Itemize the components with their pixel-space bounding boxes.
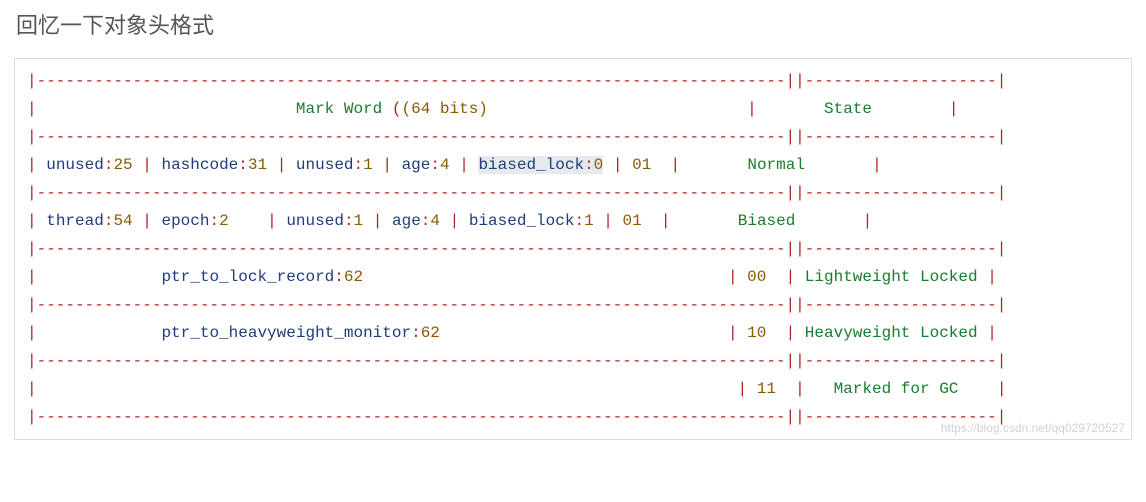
hr: |--------------------| [795, 408, 1006, 426]
hr: |---------------------------------------… [27, 240, 795, 258]
hr: |---------------------------------------… [27, 352, 795, 370]
hr: |--------------------| [795, 72, 1006, 90]
state-lightweight: Lightweight Locked [805, 268, 978, 286]
highlighted-field: biased_lock:0 [478, 156, 603, 174]
state-normal: Normal [747, 156, 805, 174]
hr: |---------------------------------------… [27, 72, 795, 90]
hr: |---------------------------------------… [27, 184, 795, 202]
hr: |--------------------| [795, 128, 1006, 146]
page-title: 回忆一下对象头格式 [16, 8, 1132, 40]
hr: |--------------------| [795, 184, 1006, 202]
hr: |---------------------------------------… [27, 408, 795, 426]
hr: |---------------------------------------… [27, 128, 795, 146]
hr: |--------------------| [795, 296, 1006, 314]
state-heavyweight: Heavyweight Locked [805, 324, 978, 342]
ascii-table: |---------------------------------------… [27, 67, 1119, 431]
header-mark-word: Mark Word [296, 100, 392, 118]
hr: |--------------------| [795, 352, 1006, 370]
state-gc: Marked for GC [834, 380, 959, 398]
header-state: State [824, 100, 872, 118]
state-biased: Biased [738, 212, 796, 230]
hr: |---------------------------------------… [27, 296, 795, 314]
hr: |--------------------| [795, 240, 1006, 258]
code-block: |---------------------------------------… [14, 58, 1132, 440]
